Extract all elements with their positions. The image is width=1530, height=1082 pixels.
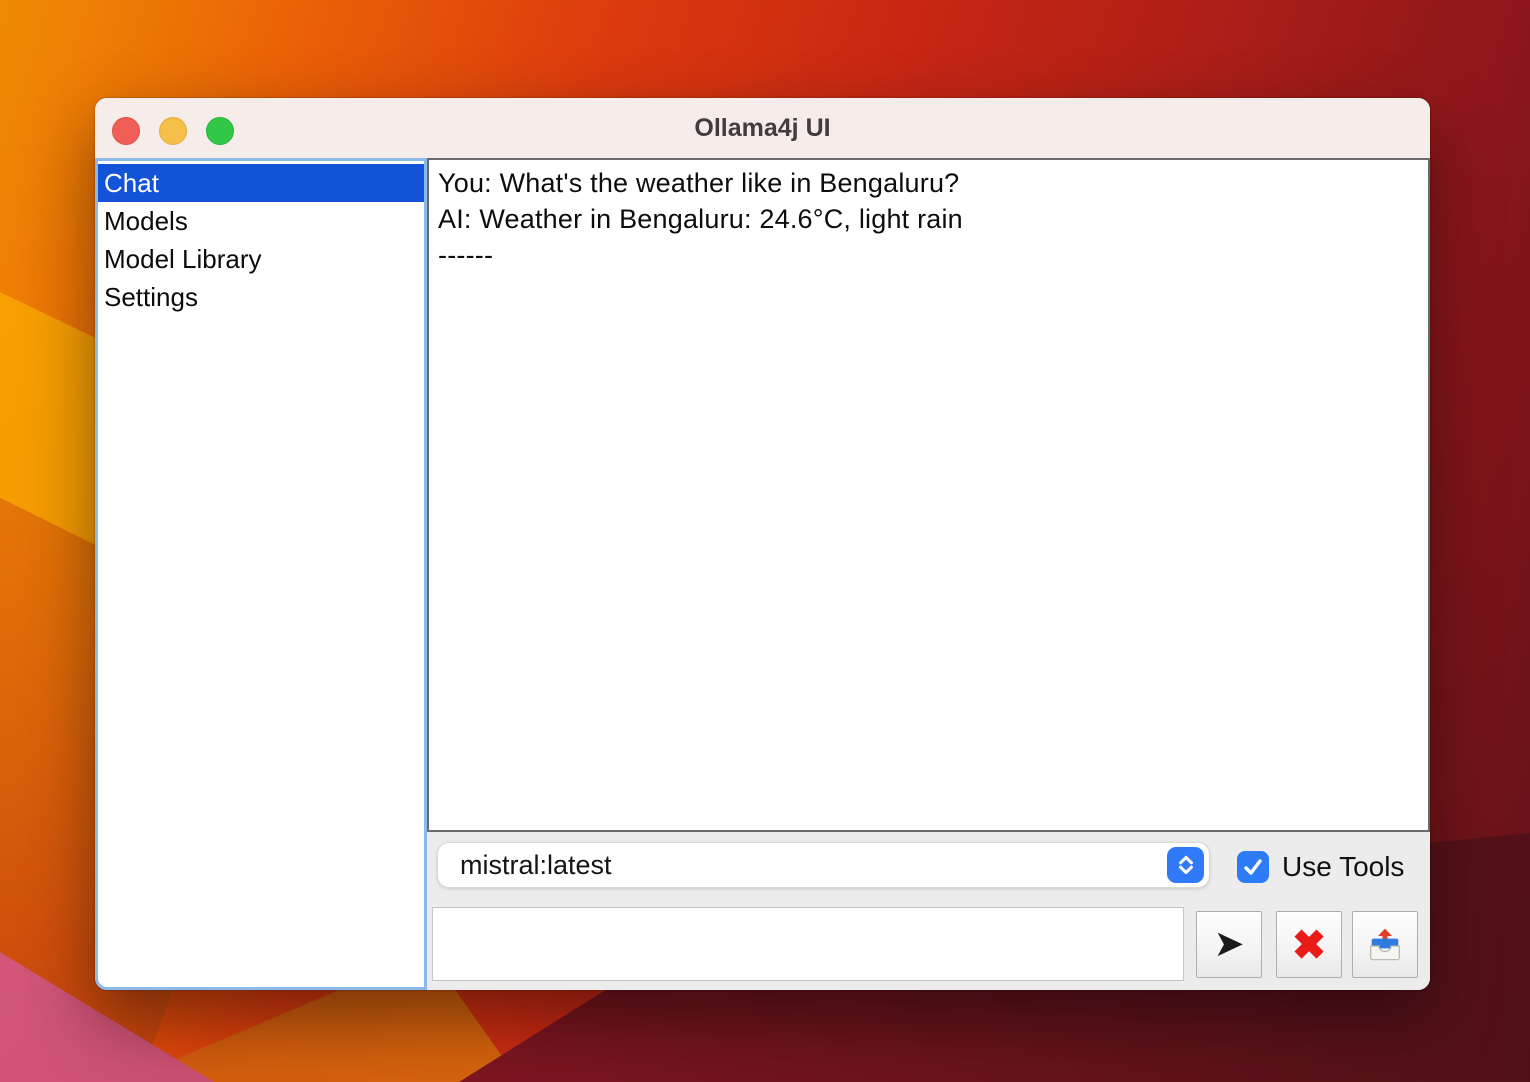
send-icon: ➤ (1213, 922, 1244, 965)
window-title: Ollama4j UI (95, 98, 1430, 158)
model-select-value: mistral:latest (460, 843, 612, 887)
model-select[interactable]: mistral:latest (437, 842, 1210, 888)
chat-transcript: You: What's the weather like in Bengalur… (427, 158, 1430, 832)
sidebar-item-settings[interactable]: Settings (98, 278, 424, 316)
chat-line-user: You: What's the weather like in Bengalur… (438, 165, 1420, 201)
footer-panel: mistral:latest Use Tools ➤ ✖ (427, 832, 1430, 990)
checkmark-icon (1241, 855, 1265, 879)
clear-button[interactable]: ✖ (1276, 911, 1342, 978)
sidebar-item-models[interactable]: Models (98, 202, 424, 240)
chat-line-ai: AI: Weather in Bengaluru: 24.6°C, light … (438, 201, 1420, 237)
titlebar[interactable]: Ollama4j UI (95, 98, 1430, 158)
send-button[interactable]: ➤ (1196, 911, 1262, 978)
sidebar-item-model-library[interactable]: Model Library (98, 240, 424, 278)
message-input[interactable] (432, 907, 1184, 981)
sidebar-item-chat[interactable]: Chat (98, 164, 424, 202)
x-icon: ✖ (1292, 921, 1326, 969)
use-tools-label: Use Tools (1282, 845, 1404, 889)
sidebar-nav: Chat Models Model Library Settings (95, 158, 427, 990)
app-window: Ollama4j UI Chat Models Model Library Se… (95, 98, 1430, 990)
use-tools-checkbox[interactable] (1237, 851, 1269, 883)
main-pane: You: What's the weather like in Bengalur… (427, 158, 1430, 990)
chat-line-separator: ------ (438, 237, 1420, 273)
chevron-up-down-icon[interactable] (1167, 847, 1204, 883)
outbox-tray-icon (1365, 925, 1405, 965)
upload-button[interactable] (1352, 911, 1418, 978)
